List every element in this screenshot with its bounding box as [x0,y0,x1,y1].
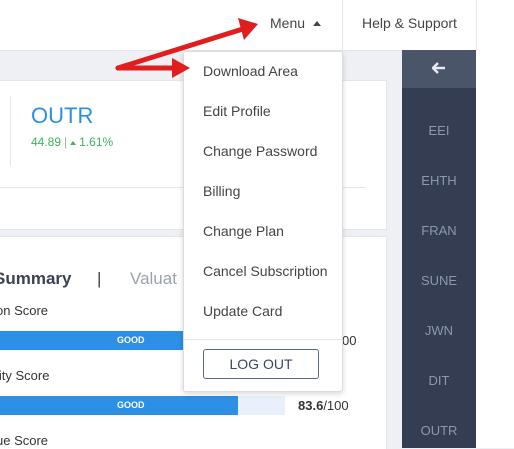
sidebar-ticker-ehth[interactable]: EHTH [402,173,476,188]
quote-separator: | [64,135,68,149]
tab-valuation[interactable]: Valuat [130,269,177,289]
ticker-sidebar: EEI EHTH FRAN SUNE JWN DIT OUTR [402,50,476,448]
metric-label: on Score [0,303,49,318]
annotation-arrow-to-download [115,58,190,78]
metric-bar: GOOD [0,396,285,415]
quote-ticker: OUTR [31,103,94,128]
tab-separator: | [97,269,102,288]
menu-item-change-plan[interactable]: Change Plan [203,223,284,239]
sidebar-ticker-jwn[interactable]: JWN [402,323,476,338]
page-right-margin [476,50,514,448]
quote-change: 1.61% [79,135,114,149]
sidebar-ticker-dit[interactable]: DIT [402,373,476,388]
quote-price: 44.89 [31,135,62,149]
help-support-link[interactable]: Help & Support [362,0,457,46]
menu-button[interactable]: Menu [270,0,322,46]
menu-item-download-area[interactable]: Download Area [203,63,298,79]
sidebar-ticker-fran[interactable]: FRAN [402,223,476,238]
menu-label: Menu [270,15,306,31]
metric-score: 83.6/100 [298,398,349,413]
sidebar-ticker-eei[interactable]: EEI [402,123,476,138]
menu-item-change-password[interactable]: Change Password [203,143,317,159]
quote-price-row: 44.89 | 1.61% [31,135,113,149]
menu-dropdown: Download Area Edit Profile Change Passwo… [183,51,343,392]
arrow-left-icon [431,61,446,78]
up-arrow-icon [70,141,77,145]
menu-item-billing[interactable]: Billing [203,183,240,199]
metric-label: ue Score [0,433,49,448]
collapse-sidebar-button[interactable] [402,50,476,88]
menu-item-cancel-subscription[interactable]: Cancel Subscription [203,263,328,279]
top-navbar: Menu Help & Support [0,0,514,51]
logout-button[interactable]: LOG OUT [203,349,319,379]
sidebar-ticker-sune[interactable]: SUNE [402,273,476,288]
menu-divider [184,339,342,340]
metric-label: lity Score [0,368,50,383]
tab-summary[interactable]: Summary [0,269,71,289]
sidebar-ticker-outr[interactable]: OUTR [402,423,476,438]
menu-item-edit-profile[interactable]: Edit Profile [203,103,271,119]
metric-rating: GOOD [117,335,145,345]
card-divider [10,96,11,166]
metric-score: 00 [342,333,357,348]
metric-rating: GOOD [117,400,145,410]
nav-divider [342,0,343,50]
menu-item-update-card[interactable]: Update Card [203,303,282,319]
caret-up-icon [313,20,322,26]
nav-divider-right [476,0,477,50]
